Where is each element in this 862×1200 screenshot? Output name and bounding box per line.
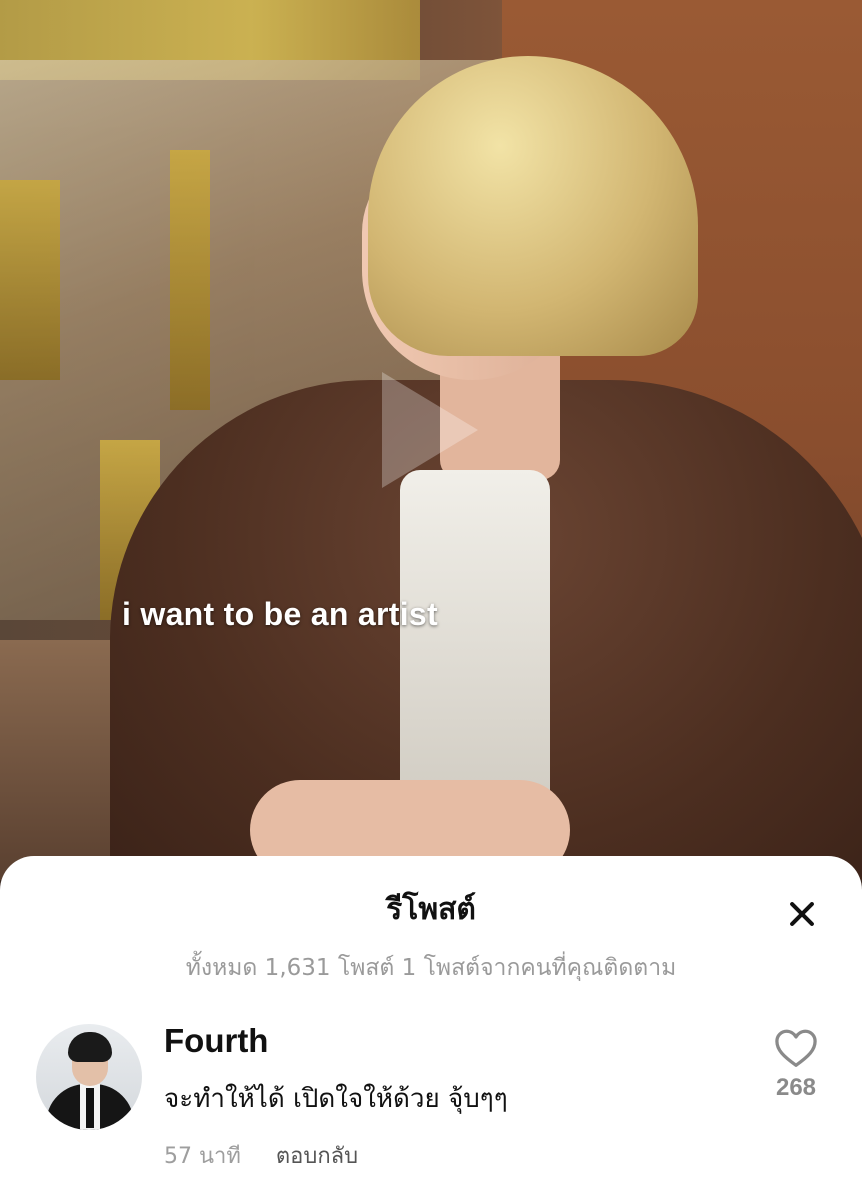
video-caption: i want to be an artist <box>122 596 438 632</box>
screen: i want to be an artist รีโพสต์ ทั้งหมด 1… <box>0 0 862 1200</box>
like-button[interactable]: 268 <box>766 1028 826 1102</box>
username[interactable]: Fourth <box>164 1022 268 1060</box>
person-shirt <box>400 470 550 830</box>
close-icon[interactable] <box>782 894 822 934</box>
repost-sheet: รีโพสต์ ทั้งหมด 1,631 โพสต์ 1 โพสต์จากคน… <box>0 856 862 1200</box>
repost-comment: จะทำให้ได้ เปิดใจให้ด้วย จุ้บๆๆ <box>164 1084 508 1114</box>
like-count: 268 <box>775 1074 817 1101</box>
timestamp: 57 นาที <box>164 1144 241 1169</box>
repost-item: Fourth จะทำให้ได้ เปิดใจให้ด้วย จุ้บๆๆ 5… <box>36 1022 826 1172</box>
reply-button[interactable]: ตอบกลับ <box>276 1144 358 1169</box>
avatar[interactable] <box>36 1024 142 1130</box>
sheet-title: รีโพสต์ <box>386 892 476 927</box>
heart-icon[interactable] <box>766 1028 826 1068</box>
video-player[interactable]: i want to be an artist <box>0 0 862 880</box>
repost-summary: ทั้งหมด 1,631 โพสต์ 1 โพสต์จากคนที่คุณติ… <box>185 955 677 981</box>
repost-meta: 57 นาที ตอบกลับ <box>164 1138 358 1173</box>
play-icon[interactable] <box>382 372 478 488</box>
